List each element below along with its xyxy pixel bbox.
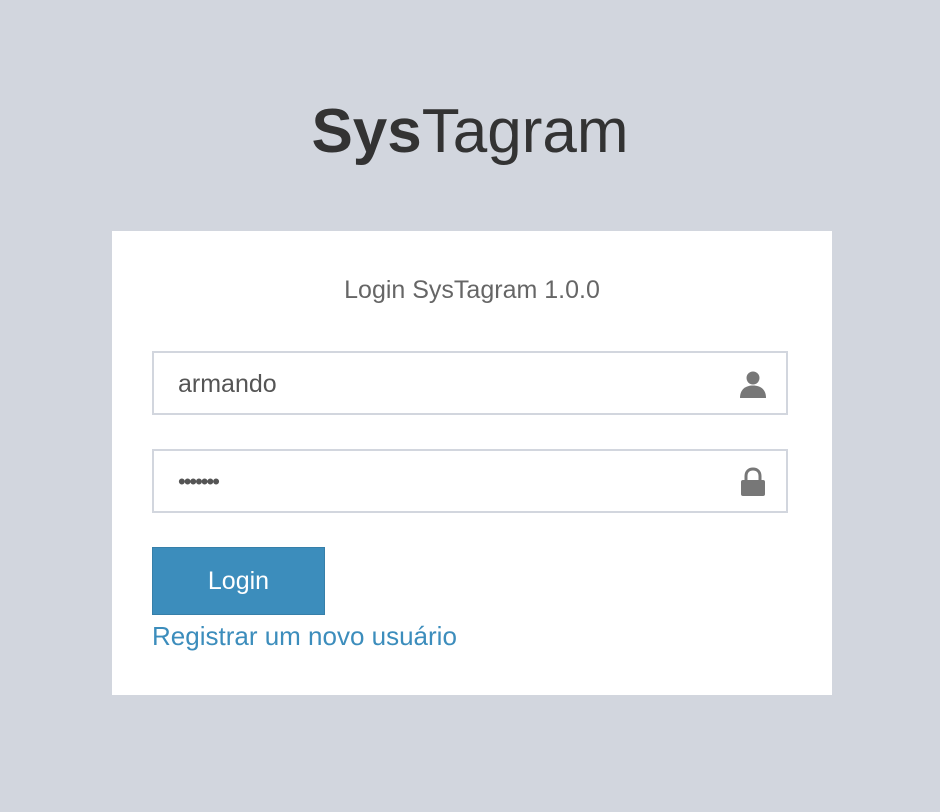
login-box-title: Login SysTagram 1.0.0 xyxy=(344,276,600,304)
app-logo: SysTagram xyxy=(0,92,940,172)
username-value[interactable]: armando xyxy=(178,353,277,415)
username-field[interactable]: armando xyxy=(152,351,788,415)
logo-light-text: Tagram xyxy=(421,97,629,166)
login-button[interactable]: Login xyxy=(152,547,325,615)
register-link[interactable]: Registrar um novo usuário xyxy=(152,618,457,654)
password-field[interactable]: ••••••• xyxy=(152,449,788,513)
user-icon xyxy=(740,371,766,398)
password-value[interactable]: ••••••• xyxy=(178,451,220,513)
logo-bold-text: Sys xyxy=(311,97,422,166)
lock-icon xyxy=(741,467,765,496)
